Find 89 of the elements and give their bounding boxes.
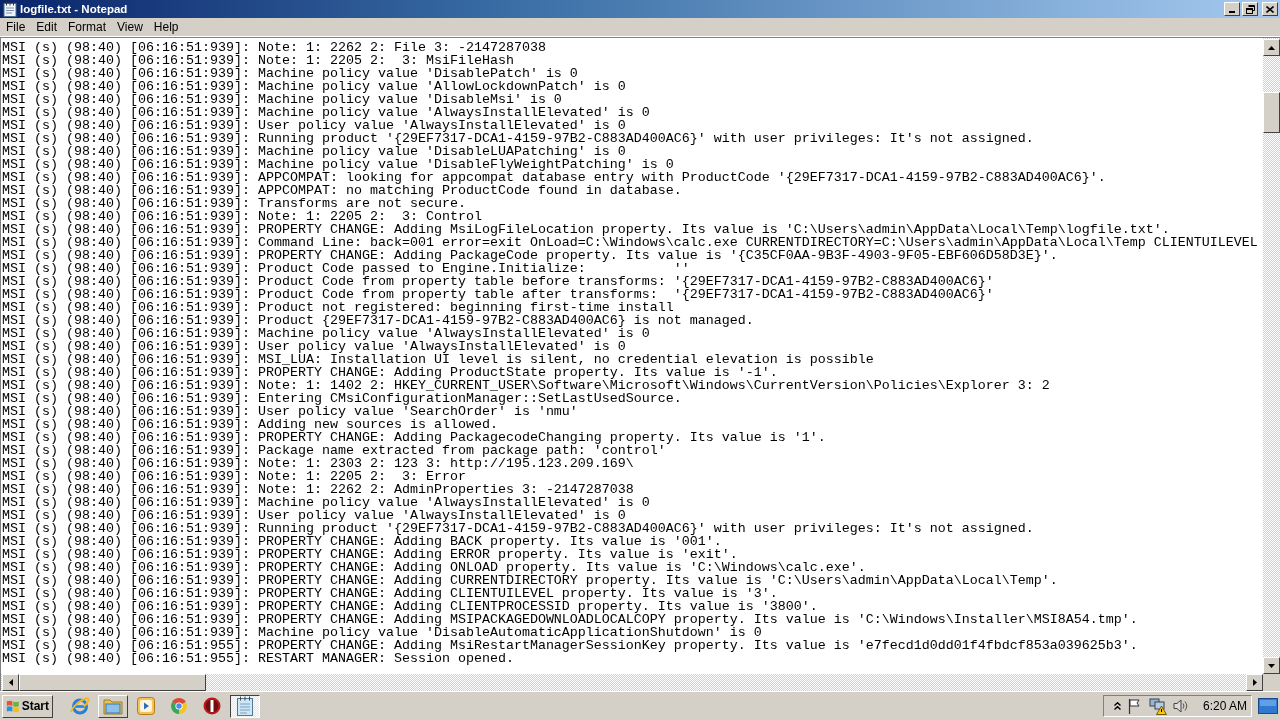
scroll-left-button[interactable] [2,674,19,691]
up-arrow-icon [1268,45,1275,50]
play-icon [137,697,155,715]
log-line: MSI (s) (98:40) [06:16:51:939]: Machine policy value 'DisableLUAPatching' is 0 [2,145,626,158]
speaker-icon[interactable] [1172,698,1189,714]
notepad-icon [236,696,254,716]
log-line: MSI (s) (98:40) [06:16:51:939]: Machine policy value 'DisableFlyWeightPatching' is 0 [2,158,674,171]
log-line: MSI (s) (98:40) [06:16:51:955]: PROPERTY CHANGE: Adding MsiRestartManagerSessionKey property. Its value is 'e7fecd1d0dd01f4fbdcf853a039625b3'. [2,639,1138,652]
clock[interactable]: 6:20 AM [1202,699,1247,713]
log-line: MSI (s) (98:40) [06:16:51:939]: Product Code passed to Engine.Initialize: '' [2,262,690,275]
log-line: MSI (s) (98:40) [06:16:51:939]: PROPERTY CHANGE: Adding CURRENTDIRECTORY property. Its value is 'C:\Users\admin\AppData\Local\Temp'. [2,574,1058,587]
start-button[interactable]: Start [2,694,53,718]
log-line: MSI (s) (98:40) [06:16:51:939]: Machine policy value 'AlwaysInstallElevated' is 0 [2,496,650,509]
log-line: MSI (s) (98:40) [06:16:51:939]: User policy value 'AlwaysInstallElevated' is 0 [2,119,626,132]
log-line: MSI (s) (98:40) [06:16:51:939]: Entering CMsiConfigurationManager::SetLastUsedSource. [2,392,682,405]
right-arrow-icon [1252,679,1257,686]
scrollbar-thumb[interactable] [19,674,206,691]
log-line: MSI (s) (98:40) [06:16:51:939]: APPCOMPAT: no matching ProductCode found in database. [2,184,682,197]
log-line: MSI (s) (98:40) [06:16:51:939]: PROPERTY CHANGE: Adding MSIPACKAGEDOWNLOADLOCALCOPY property. Its value is 'C:\Windows\Installer\MSI8A54.tmp'. [2,613,1138,626]
restore-icon [1245,4,1255,14]
network-warning-icon[interactable] [1148,697,1167,715]
log-line: MSI (s) (98:40) [06:16:51:939]: Transforms are not secure. [2,197,466,210]
flag-icon[interactable] [1126,698,1143,714]
log-line: MSI (s) (98:40) [06:16:51:939]: Running product '{29EF7317-DCA1-4159-97B2-C883AD400AC6}' with user privileges: It's not assigned. [2,132,1034,145]
log-line: MSI (s) (98:40) [06:16:51:939]: Note: 1: 2303 2: 123 3: http://195.123.209.169\ [2,457,634,470]
log-line: MSI (s) (98:40) [06:16:51:939]: User policy value 'AlwaysInstallElevated' is 0 [2,340,626,353]
log-line: MSI (s) (98:40) [06:16:51:939]: PROPERTY CHANGE: Adding CLIENTPROCESSID property. Its value is '3800'. [2,600,818,613]
restore-button[interactable] [1242,2,1258,16]
log-line: MSI (s) (98:40) [06:16:51:939]: User policy value 'SearchOrder' is 'nmu' [2,405,578,418]
down-arrow-icon [1268,663,1275,668]
vertical-scrollbar[interactable] [1263,37,1280,674]
scroll-up-button[interactable] [1263,39,1280,56]
log-line: MSI (s) (98:40) [06:16:51:939]: Note: 1: 2205 2: 3: Control [2,210,482,223]
log-line: MSI (s) (98:40) [06:16:51:939]: APPCOMPAT: looking for appcompat database entry with ProductCode '{29EF7317-DCA1-4159-97B2-C883AD400AC6}'. [2,171,1106,184]
log-line: MSI (s) (98:40) [06:16:51:939]: PROPERTY CHANGE: Adding MsiLogFileLocation property. Its value is 'C:\Users\admin\AppData\Local\Temp\logfile.txt'. [2,223,1170,236]
segmented-circle-icon [170,697,188,715]
scroll-right-button[interactable] [1246,674,1263,691]
log-line: MSI (s) (98:40) [06:16:51:939]: Command Line: back=001 error=exit OnLoad=C:\Windows\calc.exe CURRENTDIRECTORY=C:\Users\admin\AppData\Local\Temp CLIENTUILEVEL [2,236,1258,249]
log-line: MSI (s) (98:40) [06:16:51:939]: Machine policy value 'DisableAutomaticApplicationShutdown' is 0 [2,626,762,639]
close-icon [1266,5,1274,13]
menu-item[interactable]: Help [149,19,183,35]
menu-item[interactable]: File [2,19,30,35]
menu-item[interactable]: Format [64,19,111,35]
log-line: MSI (s) (98:40) [06:16:51:939]: PROPERTY CHANGE: Adding BACK property. Its value is '001'. [2,535,722,548]
log-line: MSI (s) (98:40) [06:16:51:939]: Adding new sources is allowed. [2,418,498,431]
horizontal-scrollbar[interactable] [0,674,1263,691]
log-line: MSI (s) (98:40) [06:16:51:939]: Product Code from property table before transforms: '{29EF7317-DCA1-4159-97B2-C883AD400AC6}' [2,275,994,288]
minimize-icon [1229,11,1235,13]
taskbar-button[interactable] [230,694,260,718]
left-arrow-icon [8,679,13,686]
log-line: MSI (s) (98:40) [06:16:51:939]: Product not registered: beginning first-time install [2,301,674,314]
log-line: MSI (s) (98:40) [06:16:51:939]: Machine policy value 'AlwaysInstallElevated' is 0 [2,106,650,119]
log-line: MSI (s) (98:40) [06:16:51:955]: RESTART MANAGER: Session opened. [2,652,514,665]
circle-bar-icon [203,697,221,715]
log-line: MSI (s) (98:40) [06:16:51:939]: Package name extracted from package path: 'control' [2,444,666,457]
log-line: MSI (s) (98:40) [06:16:51:939]: Note: 1: 1402 2: HKEY_CURRENT_USER\Software\Microsoft\Windows\CurrentVersion\Policies\Explorer 3: 2 [2,379,1050,392]
log-line: MSI (s) (98:40) [06:16:51:939]: Product {29EF7317-DCA1-4159-97B2-C883AD400AC6} is not managed. [2,314,754,327]
scrollbar-thumb[interactable] [1263,92,1280,133]
log-line: MSI (s) (98:40) [06:16:51:939]: PROPERTY CHANGE: Adding CLIENTUILEVEL property. Its value is '3'. [2,587,778,600]
log-line: MSI (s) (98:40) [06:16:51:939]: Note: 1: 2262 2: File 3: -2147287038 [2,41,546,54]
log-line: MSI (s) (98:40) [06:16:51:939]: PROPERTY CHANGE: Adding ProductState property. Its value is '-1'. [2,366,778,379]
log-line: MSI (s) (98:40) [06:16:51:939]: User policy value 'AlwaysInstallElevated' is 0 [2,509,626,522]
log-line: MSI (s) (98:40) [06:16:51:939]: Note: 1: 2205 2: 3: MsiFileHash [2,54,514,67]
log-line: MSI (s) (98:40) [06:16:51:939]: Machine policy value 'DisableMsi' is 0 [2,93,562,106]
log-line: MSI (s) (98:40) [06:16:51:939]: PROPERTY CHANGE: Adding ONLOAD property. Its value is 'C:\Windows\calc.exe'. [2,561,866,574]
notepad-icon [2,1,18,17]
log-line: MSI (s) (98:40) [06:16:51:939]: Machine policy value 'AllowLockdownPatch' is 0 [2,80,626,93]
log-line: MSI (s) (98:40) [06:16:51:939]: MSI_LUA: Installation UI level is silent, no credential elevation is possible [2,353,874,366]
log-line: MSI (s) (98:40) [06:16:51:939]: PROPERTY CHANGE: Adding PackagecodeChanging property. Its value is '1'. [2,431,826,444]
log-line: MSI (s) (98:40) [06:16:51:939]: Running product '{29EF7317-DCA1-4159-97B2-C883AD400AC6}' with user privileges: It's not assigned. [2,522,1034,535]
log-line: MSI (s) (98:40) [06:16:51:939]: Machine policy value 'AlwaysInstallElevated' is 0 [2,327,650,340]
log-line: MSI (s) (98:40) [06:16:51:939]: Product Code from property table after transforms: '{29EF7317-DCA1-4159-97B2-C883AD400AC6}' [2,288,994,301]
log-line: MSI (s) (98:40) [06:16:51:939]: PROPERTY CHANGE: Adding ERROR property. Its value is 'exit'. [2,548,738,561]
close-button[interactable] [1262,2,1278,16]
start-logo-icon [6,698,20,714]
log-line: MSI (s) (98:40) [06:16:51:939]: Machine policy value 'DisablePatch' is 0 [2,67,578,80]
text-area[interactable] [0,37,1263,674]
log-line: MSI (s) (98:40) [06:16:51:939]: Note: 1: 2262 2: AdminProperties 3: -2147287038 [2,483,634,496]
menu-item[interactable]: View [113,19,147,35]
folder-icon [103,697,123,715]
scroll-down-button[interactable] [1263,657,1280,674]
log-line: MSI (s) (98:40) [06:16:51:939]: PROPERTY CHANGE: Adding PackageCode property. Its value is '{C35CF0AA-9B3F-4903-9F05-EBF606D58D3E}'. [2,249,1058,262]
log-line: MSI (s) (98:40) [06:16:51:939]: Note: 1: 2205 2: 3: Error [2,470,466,483]
window-title: logfile.txt - Notepad [20,3,128,15]
ringed-globe-icon [70,696,90,716]
desktop-icon[interactable] [1258,698,1278,714]
menu-item[interactable]: Edit [32,19,62,35]
chevron-up-icon[interactable] [1113,702,1121,710]
minimize-button[interactable] [1224,2,1240,16]
